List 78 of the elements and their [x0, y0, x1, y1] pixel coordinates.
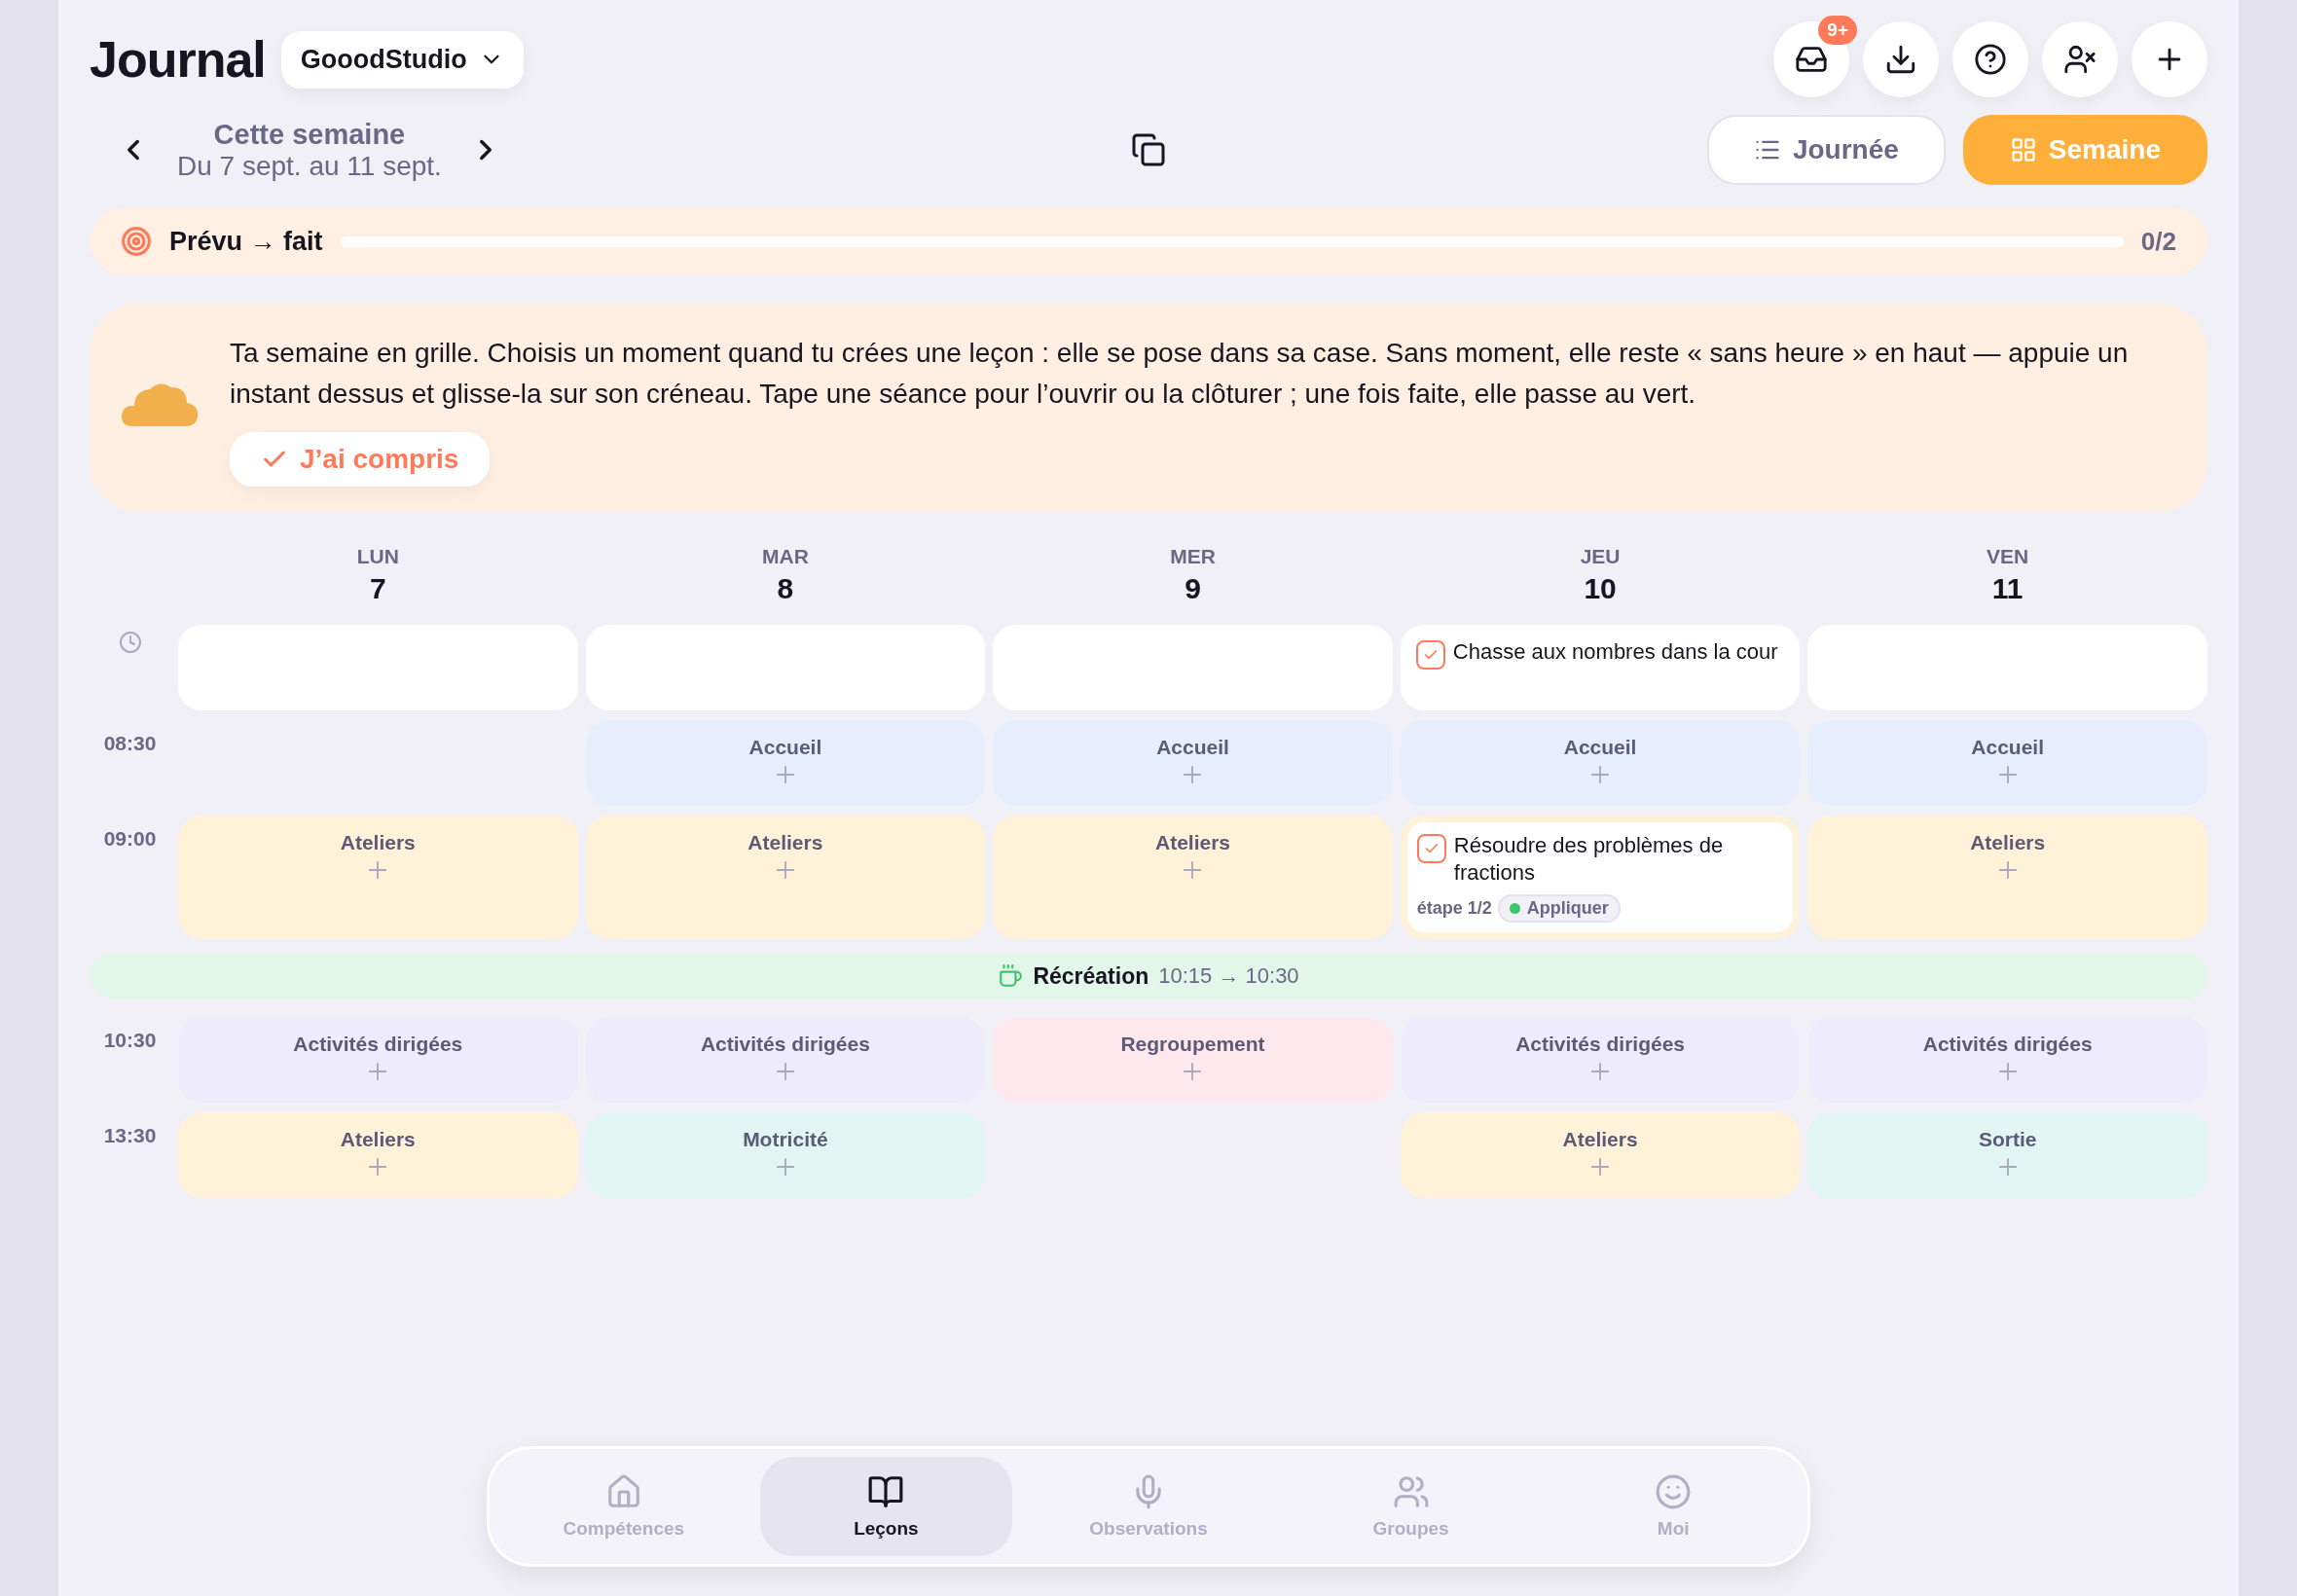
time-slot[interactable]: Activités dirigées: [585, 1017, 986, 1103]
download-icon: [1884, 43, 1917, 76]
time-label: 08:30: [103, 731, 157, 755]
slot-label: Activités dirigées: [700, 1033, 870, 1056]
copy-icon: [1131, 132, 1166, 167]
break-label: Récréation: [1033, 962, 1149, 990]
day-name: JEU: [1580, 545, 1621, 568]
untimed-lesson[interactable]: Chasse aux nombres dans la cour: [1400, 625, 1801, 710]
time-slot[interactable]: Accueil: [993, 720, 1393, 806]
break-time: 10:15 → 10:30: [1158, 963, 1299, 989]
view-toggle[interactable]: Journée: [1706, 115, 1946, 185]
smiley-icon: [1655, 1473, 1693, 1510]
day-name: LUN: [356, 545, 399, 568]
progress-label: Prévu → fait: [169, 226, 323, 257]
day-number: 9: [1185, 572, 1201, 605]
slot-label: Accueil: [1156, 736, 1229, 759]
slot-label: Ateliers: [340, 1128, 416, 1151]
slot-label: Accueil: [1563, 736, 1637, 759]
time-slot[interactable]: Regroupement: [993, 1017, 1393, 1103]
day-number: 7: [369, 572, 386, 605]
time-label: 10:30: [103, 1028, 157, 1052]
remove-user-icon: [2063, 43, 2096, 76]
lesson-checkbox[interactable]: [1416, 834, 1446, 863]
week-range: Du 7 sept. au 11 sept.: [177, 150, 442, 182]
slot-label: Accueil: [1971, 736, 2045, 759]
slot-label: Sortie: [1978, 1128, 2037, 1151]
slot-label: Ateliers: [340, 831, 416, 854]
time-slot[interactable]: Ateliers: [1400, 1112, 1801, 1198]
lesson-checkbox[interactable]: [1415, 640, 1445, 670]
target-icon: [121, 226, 152, 257]
time-slot[interactable]: Ateliers: [585, 816, 986, 939]
time-slot[interactable]: Ateliers: [178, 1112, 578, 1198]
help-icon: [1974, 43, 2007, 76]
people-icon: [1392, 1473, 1430, 1510]
notification-badge: 9+: [1818, 16, 1857, 45]
lesson-title: Résoudre des problèmes de fractions: [1453, 832, 1725, 887]
tip-text: Ta semaine en grille. Choisis un moment quand tu crées une leçon : elle se pose dans sa case. Sans moment, elle reste « sans heure » en haut — appuie un instant dessus et glisse-la sur son créneau. Tape une séance pour l’ouvrir ou la clôturer ; une fois faite, elle passe au vert.: [230, 337, 2130, 411]
time-slot[interactable]: Motricité: [585, 1112, 986, 1198]
slot-label: Ateliers: [1562, 1128, 1638, 1151]
time-slot[interactable]: Ateliers: [1807, 816, 2207, 939]
lesson-title: Chasse aux nombres dans la cour: [1452, 638, 1778, 666]
slot-label: Accueil: [748, 736, 822, 759]
slot-label: Regroupement: [1120, 1033, 1265, 1056]
slot-label: Ateliers: [747, 831, 823, 854]
week-label: Cette semaine: [213, 118, 406, 151]
time-slot[interactable]: Activités dirigées: [1807, 1017, 2207, 1103]
time-slot[interactable]: Ateliers: [178, 816, 578, 939]
coffee-icon: [998, 963, 1024, 989]
slot-label: Activités dirigées: [1922, 1033, 2093, 1056]
phase-tag: Appliquer: [1497, 894, 1621, 923]
time-slot[interactable]: Activités dirigées: [1400, 1017, 1801, 1103]
time-slot[interactable]: Accueil: [1400, 720, 1801, 806]
time-slot[interactable]: Accueil: [1807, 720, 2207, 806]
slot-label: Ateliers: [1970, 831, 2046, 854]
nav-tab[interactable]: Leçons: [759, 1457, 1013, 1556]
time-slot[interactable]: Sortie: [1807, 1112, 2207, 1198]
day-name: VEN: [1987, 545, 2029, 568]
book-icon: [867, 1473, 905, 1510]
slot-label: Ateliers: [1154, 831, 1230, 854]
time-label: 09:00: [103, 826, 157, 851]
page-title: Journal: [90, 30, 266, 89]
time-slot[interactable]: Activités dirigées: [178, 1017, 578, 1103]
day-number: 8: [777, 572, 794, 605]
step-label: étape 1/2: [1416, 898, 1492, 919]
day-number: 11: [1991, 572, 2024, 605]
workspace-dropdown[interactable]: GooodStudio: [280, 30, 524, 89]
time-slot[interactable]: Accueil: [585, 720, 986, 806]
time-slot[interactable]: Ateliers: [993, 816, 1393, 939]
day-name: MAR: [761, 545, 809, 568]
time-label: 13:30: [103, 1123, 157, 1147]
grid-icon: [2009, 136, 2037, 163]
clock-icon: [118, 631, 142, 654]
day-name: MER: [1170, 545, 1216, 568]
slot-label: Motricité: [743, 1128, 828, 1151]
day-number: 10: [1584, 572, 1617, 605]
slot-label: Activités dirigées: [293, 1033, 463, 1056]
slot-label: Activités dirigées: [1515, 1033, 1686, 1056]
progress-reading: 0/2: [2140, 226, 2176, 257]
